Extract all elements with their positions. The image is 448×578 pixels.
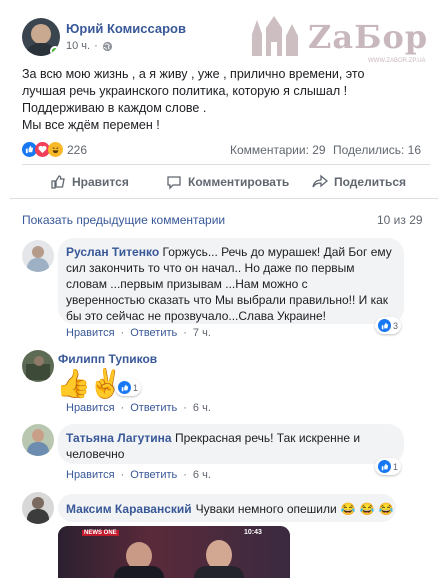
watermark-logo: ZaБор WWW.ZABOR.ZP.UA	[246, 14, 446, 70]
post-text-line: лучшая речь украинского политика, котору…	[22, 84, 348, 98]
comments-counter: 10 из 29	[377, 213, 423, 227]
comment-reactions-count[interactable]: 1	[133, 383, 138, 393]
reactions-count[interactable]: 226	[67, 143, 87, 157]
comment-button[interactable]: Комментировать	[166, 174, 289, 190]
watermark-brand: ZaБор	[308, 18, 429, 56]
shares-count[interactable]: Поделились: 16	[333, 143, 421, 157]
video-thumbnail[interactable]: NEWS ONE 10:43	[58, 526, 290, 578]
comment-text-line: Прекрасная речь! Так искренне и	[174, 431, 361, 445]
comment-reply-link[interactable]: Ответить	[130, 402, 177, 414]
comment-like-link[interactable]: Нравится	[66, 469, 115, 481]
comment-emoji: 👍	[56, 368, 91, 399]
like-button[interactable]: Нравится	[50, 174, 129, 190]
comment-reactions-count[interactable]: 1	[393, 462, 398, 472]
like-reaction-icon	[378, 319, 391, 332]
like-button-label[interactable]: Нравится	[72, 175, 129, 189]
video-time: 10:43	[244, 529, 262, 536]
post-text-line: Поддерживаю в каждом слове .	[22, 101, 207, 115]
post-text-line: Мы все ждём перемен !	[22, 118, 160, 132]
comment-time[interactable]: 6 ч.	[193, 469, 211, 481]
comment-text-line: бы это сейчас не прозвучало...Слава Укра…	[66, 309, 327, 323]
commenter-avatar[interactable]	[22, 424, 54, 456]
post-text-line: За всю мою жизнь , а я живу , уже , прил…	[22, 67, 365, 81]
share-icon	[312, 174, 328, 188]
share-button-label[interactable]: Поделиться	[334, 175, 406, 189]
watermark-url: WWW.ZABOR.ZP.UA	[368, 58, 426, 64]
comments-count[interactable]: Комментарии: 29	[230, 143, 326, 157]
comment-icon	[167, 176, 181, 190]
like-reaction-icon	[118, 381, 131, 394]
comment-time[interactable]: 6 ч.	[193, 402, 211, 414]
commenter-avatar[interactable]	[22, 350, 54, 382]
comment-reactions-count[interactable]: 3	[393, 321, 398, 331]
like-reaction-icon	[378, 460, 391, 473]
post-time-label[interactable]: 10 ч.	[66, 40, 90, 52]
comment-button-label[interactable]: Комментировать	[188, 175, 289, 189]
globe-icon	[102, 41, 112, 51]
comment-text: Руслан Титенко Горжусь... Речь до мураше…	[66, 244, 402, 324]
comment-author[interactable]: Руслан Титенко	[66, 245, 159, 259]
commenter-avatar[interactable]	[22, 240, 54, 272]
comment-reply-link[interactable]: Ответить	[130, 327, 177, 339]
comment-reactions-badge[interactable]: 3	[375, 317, 402, 334]
comment-actions: Нравится · Ответить · 6 ч.	[66, 402, 211, 414]
haha-reaction-icon	[48, 142, 63, 157]
comment-text-line: сил закончить то что он начал.. Но даже …	[66, 261, 355, 275]
comment-text-line: словам ...первым призывам ...Нам можно с	[66, 277, 308, 291]
comment-time[interactable]: 7 ч.	[193, 327, 211, 339]
comment-text-line: Горжусь... Речь до мурашек! Дай Бог ему	[162, 245, 392, 259]
comment-emoji: 😂	[359, 502, 375, 516]
comment-text: Максим Караванский Чуваки немного опешил…	[66, 501, 394, 517]
comment-like-link[interactable]: Нравится	[66, 327, 115, 339]
video-channel-logo: NEWS ONE	[82, 530, 119, 536]
person-left-body	[114, 566, 164, 578]
comment-author[interactable]: Филипп Тупиков	[58, 352, 157, 366]
comment-emoji: 😂	[378, 502, 394, 516]
post-author-avatar[interactable]	[22, 18, 60, 56]
castle-icon	[252, 16, 298, 56]
comment-actions: Нравится · Ответить · 7 ч.	[66, 327, 211, 339]
person-right-body	[194, 566, 244, 578]
comment-reactions-badge[interactable]: 1	[375, 458, 402, 475]
divider	[10, 198, 438, 199]
post-reactions[interactable]: 226	[22, 142, 87, 157]
comment-actions: Нравится · Ответить · 6 ч.	[66, 469, 211, 481]
show-previous-comments-link[interactable]: Показать предыдущие комментарии	[22, 213, 225, 227]
thumb-up-icon	[51, 175, 65, 189]
post-time[interactable]: 10 ч. ·	[66, 40, 113, 52]
comment-text-line: Чуваки немного опешили	[195, 502, 337, 516]
share-button[interactable]: Поделиться	[312, 174, 406, 190]
commenter-avatar[interactable]	[22, 492, 54, 524]
comment-text: Татьяна Лагутина Прекрасная речь! Так ис…	[66, 430, 396, 462]
comment-emoji: 😂	[340, 502, 356, 516]
comment-text-line: человечно	[66, 447, 125, 461]
comment-reply-link[interactable]: Ответить	[130, 469, 177, 481]
comment-text-line: уверенностью сказать что Мы выбрали прав…	[66, 293, 389, 307]
comment-reactions-badge[interactable]: 1	[115, 379, 142, 396]
post-text: За всю мою жизнь , а я живу , уже , прил…	[22, 66, 364, 134]
divider	[22, 164, 430, 165]
comment-author[interactable]: Татьяна Лагутина	[66, 431, 172, 445]
comment-like-link[interactable]: Нравится	[66, 402, 115, 414]
post-author-name[interactable]: Юрий Комиссаров	[66, 21, 186, 36]
comment-author[interactable]: Максим Караванский	[66, 501, 192, 517]
